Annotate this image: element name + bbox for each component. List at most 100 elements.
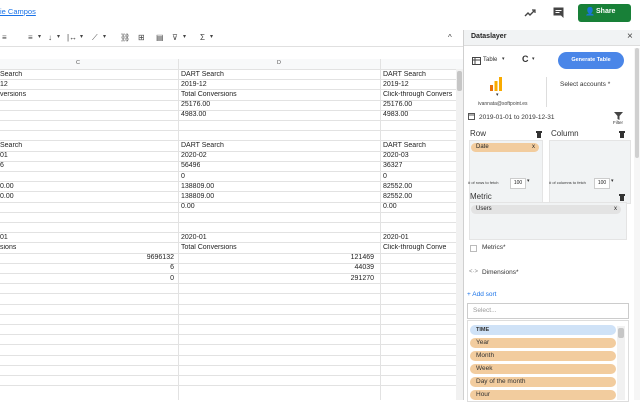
chevron-down-icon[interactable]: ▾	[532, 56, 535, 62]
table-type-select[interactable]: Table	[483, 57, 497, 63]
grid-cell[interactable]: versions	[0, 91, 26, 98]
grid-cell[interactable]: 0.00	[0, 183, 14, 190]
document-title[interactable]: ie Campos	[0, 7, 36, 16]
scroll-thumb[interactable]	[457, 71, 462, 91]
grid-cell[interactable]: 0	[181, 173, 185, 180]
chevron-down-icon[interactable]: ▾	[210, 33, 213, 40]
add-sort-link[interactable]: + Add sort	[467, 291, 496, 298]
chevron-down-icon[interactable]: ▾	[527, 178, 530, 184]
grid-cell[interactable]: 291270	[180, 275, 374, 282]
horizontal-align-icon[interactable]: ≡	[28, 33, 33, 42]
remove-chip-icon[interactable]: x	[532, 143, 535, 152]
scroll-thumb[interactable]	[635, 48, 639, 158]
grid-cell[interactable]: 121469	[180, 254, 374, 261]
grid-cell[interactable]: DART Search	[383, 71, 426, 78]
chevron-down-icon[interactable]: ▾	[611, 178, 614, 184]
grid-cell[interactable]: Search	[0, 142, 22, 149]
collapse-toolbar-icon[interactable]: ^	[448, 33, 452, 42]
insert-chart-icon[interactable]: ▤	[156, 33, 164, 42]
grid-cell[interactable]: 01	[0, 152, 8, 159]
grid-cell[interactable]: DART Search	[181, 71, 224, 78]
dimensions-expand-icon[interactable]: <·>	[469, 269, 478, 275]
comment-icon[interactable]	[553, 7, 564, 18]
insert-comment-icon[interactable]: ⊞	[138, 33, 145, 42]
chevron-down-icon[interactable]: ▾	[502, 56, 505, 62]
trending-icon[interactable]	[524, 8, 536, 18]
remove-chip-icon[interactable]: x	[614, 205, 617, 214]
metrics-section[interactable]: Metrics*	[482, 244, 505, 251]
grid-cell[interactable]: 138809.00	[181, 193, 214, 200]
select-accounts-field[interactable]: Select accounts *	[560, 81, 610, 88]
dimension-tag[interactable]: Week	[470, 364, 616, 374]
delete-metric-icon[interactable]	[619, 194, 625, 201]
grid-cell[interactable]: 138809.00	[181, 183, 214, 190]
chevron-down-icon[interactable]: ▾	[183, 33, 186, 40]
grid-cell[interactable]: 25176.00	[181, 101, 210, 108]
grid-cell[interactable]: Total Conversions	[181, 91, 237, 98]
refresh-icon[interactable]: C	[522, 54, 529, 64]
grid-cell[interactable]: 82552.00	[383, 193, 412, 200]
grid-cell[interactable]: 2020-01	[383, 234, 409, 241]
dimension-tag[interactable]: Month	[470, 351, 616, 361]
close-icon[interactable]: ×	[627, 31, 633, 42]
grid-cell[interactable]: 12	[0, 81, 8, 88]
row-chip-date[interactable]: Date x	[471, 143, 539, 152]
grid-cell[interactable]: 01	[0, 234, 8, 241]
grid-cell[interactable]: 4983.00	[181, 111, 206, 118]
grid-cell[interactable]: DART Search	[181, 142, 224, 149]
chevron-down-icon[interactable]: ▾	[103, 33, 106, 40]
generate-table-button[interactable]: Generate Table	[558, 52, 624, 69]
text-rotation-icon[interactable]: ⟋	[92, 33, 98, 43]
dimension-search-input[interactable]: Select...	[467, 303, 629, 319]
list-scrollbar[interactable]	[617, 326, 625, 400]
grid-cell[interactable]: 56496	[181, 162, 200, 169]
panel-scrollbar[interactable]	[634, 48, 640, 400]
chevron-down-icon[interactable]: ▾	[496, 92, 499, 98]
dimension-tag[interactable]: Day of the month	[470, 377, 616, 387]
share-button[interactable]: 👤 Share	[578, 4, 631, 22]
grid-cell[interactable]: Click-through Conve	[383, 244, 446, 251]
chevron-down-icon[interactable]: ▾	[38, 33, 41, 40]
grid-cell[interactable]: 82552.00	[383, 183, 412, 190]
grid-cell[interactable]: 2020-02	[181, 152, 207, 159]
grid-cell[interactable]: 25176.00	[383, 101, 412, 108]
metrics-expand-icon[interactable]	[470, 245, 477, 252]
column-letter-c[interactable]: C	[76, 60, 80, 66]
delete-row-icon[interactable]	[536, 131, 542, 138]
dimensions-section[interactable]: Dimensions*	[482, 269, 519, 276]
grid-cell[interactable]: 44039	[180, 264, 374, 271]
grid-cell[interactable]: Click-through Convers	[383, 91, 452, 98]
grid-cell[interactable]: 2020-03	[383, 152, 409, 159]
grid-cell[interactable]: 36327	[383, 162, 402, 169]
filter-icon[interactable]	[614, 112, 623, 120]
link-icon[interactable]: ⛓	[120, 33, 130, 42]
grid-scrollbar[interactable]	[456, 69, 463, 400]
grid-cell[interactable]: Search	[0, 71, 22, 78]
grid-cell[interactable]: 2019-12	[181, 81, 207, 88]
chevron-down-icon[interactable]: ▾	[80, 33, 83, 40]
filter-icon[interactable]: ⊽	[172, 33, 178, 42]
grid-cell[interactable]: 4983.00	[383, 111, 408, 118]
column-letter-d[interactable]: D	[277, 60, 281, 66]
chevron-down-icon[interactable]: ▾	[57, 33, 60, 40]
align-icon[interactable]: ≡	[2, 33, 7, 42]
scroll-thumb[interactable]	[618, 328, 624, 338]
functions-icon[interactable]: Σ	[200, 33, 205, 42]
cols-fetch-input[interactable]: 100	[594, 178, 610, 189]
grid-cell[interactable]: 0.00	[181, 203, 195, 210]
grid-cell[interactable]: 2020-01	[181, 234, 207, 241]
text-wrap-icon[interactable]: |↔	[67, 33, 77, 42]
grid-cell[interactable]: 0	[0, 275, 174, 282]
metric-chip-users[interactable]: Users x	[471, 205, 621, 214]
rows-fetch-input[interactable]: 100	[510, 178, 526, 189]
delete-column-icon[interactable]	[619, 131, 625, 138]
grid-cell[interactable]: 6	[0, 162, 4, 169]
dimension-tag[interactable]: Hour	[470, 390, 616, 400]
vertical-align-icon[interactable]: ↓	[48, 33, 52, 42]
grid-cell[interactable]: 0	[383, 173, 387, 180]
grid-cell[interactable]: 0.00	[0, 193, 14, 200]
grid-cell[interactable]: DART Search	[383, 142, 426, 149]
grid-cell[interactable]: 0.00	[383, 203, 397, 210]
grid-cell[interactable]: 2019-12	[383, 81, 409, 88]
grid-cell[interactable]: 6	[0, 264, 174, 271]
